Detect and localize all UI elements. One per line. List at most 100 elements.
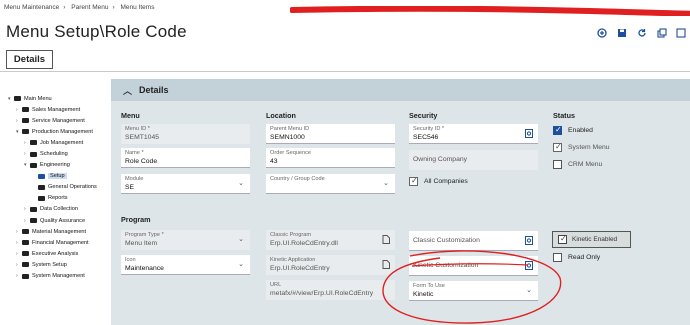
tree-item[interactable]: General Operations: [8, 182, 111, 193]
enabled-checkbox[interactable]: Enabled: [553, 125, 593, 135]
folder-icon: [14, 96, 21, 102]
folder-icon: [22, 107, 29, 113]
parent-menu-id-field[interactable]: Parent Menu ID SEMN1000: [266, 124, 395, 144]
tree-item[interactable]: › Executive Analysis: [8, 248, 111, 259]
section-security: Security: [409, 111, 438, 120]
checkbox[interactable]: [409, 176, 418, 186]
folder-icon: [22, 262, 29, 268]
tree-item[interactable]: › Service Management: [8, 115, 111, 126]
tab-details[interactable]: Details: [6, 50, 53, 69]
refresh-icon[interactable]: [637, 28, 647, 41]
crm-menu-checkbox[interactable]: CRM Menu: [553, 160, 602, 169]
checkbox[interactable]: [558, 234, 567, 244]
tree-item[interactable]: › Financial Management: [8, 237, 111, 248]
tree-item[interactable]: › Data Collection: [8, 204, 111, 215]
folder-icon: [38, 195, 45, 201]
lookup-icon[interactable]: [525, 129, 533, 138]
security-id-field[interactable]: Security ID * SEC546: [409, 124, 538, 144]
tree-item-label: Scheduling: [40, 151, 68, 158]
breadcrumb-separator: ›: [112, 4, 115, 11]
tree-item[interactable]: ▾ Main Menu: [8, 93, 111, 104]
tree-item[interactable]: › System Setup: [8, 259, 111, 270]
tree-item-label: Service Management: [32, 117, 85, 124]
redaction-scribble: [290, 6, 690, 16]
tree-item[interactable]: Setup: [8, 171, 111, 182]
breadcrumb: Menu Maintenance › Parent Menu › Menu Item…: [4, 4, 158, 11]
tree-item[interactable]: › Scheduling: [8, 148, 111, 159]
classic-program-field: Classic Program Erp.UI.RoleCdEntry.dll: [266, 230, 395, 250]
tree-item-label: Executive Analysis: [32, 250, 79, 257]
tree-item-label: Sales Management: [32, 106, 81, 113]
save-icon[interactable]: [617, 28, 627, 41]
folder-icon: [22, 129, 29, 135]
folder-icon: [22, 118, 29, 124]
folder-icon: [22, 273, 29, 279]
expand-icon[interactable]: [676, 28, 686, 41]
folder-icon: [30, 218, 37, 224]
tree-item[interactable]: › Job Management: [8, 137, 111, 148]
tree-item-label: Job Management: [40, 139, 84, 146]
folder-icon: [30, 162, 37, 168]
copy-icon[interactable]: [657, 28, 667, 41]
tree-item-label: Material Management: [32, 228, 87, 235]
tree-item-label: System Setup: [32, 261, 67, 268]
icon-dropdown[interactable]: Icon Maintenance ⌄: [121, 255, 250, 275]
annotation-circle: [382, 250, 562, 324]
breadcrumb-item[interactable]: Parent Menu: [71, 4, 108, 11]
details-panel-header[interactable]: ︿ Details: [111, 79, 690, 101]
checkbox[interactable]: [553, 125, 562, 135]
name-field[interactable]: Name * Role Code: [121, 148, 250, 168]
chevron-down-icon[interactable]: ⌄: [238, 260, 244, 268]
tree-item[interactable]: Reports: [8, 193, 111, 204]
folder-icon: [30, 151, 37, 157]
folder-icon: [22, 240, 29, 246]
tree-item[interactable]: › Material Management: [8, 226, 111, 237]
folder-icon: [38, 173, 45, 179]
breadcrumb-separator: ›: [63, 4, 66, 11]
tree-item-label: Setup: [48, 173, 67, 180]
tree-item-label: Reports: [48, 195, 68, 202]
chevron-down-icon: ⌄: [238, 236, 244, 243]
chevron-down-icon[interactable]: ⌄: [383, 179, 389, 187]
tree-item-label: System Management: [32, 273, 85, 280]
menu-tree: ▾ Main Menu › Sales Management › Service Mana…: [8, 93, 111, 282]
tree-item[interactable]: ▾ Production Management: [8, 126, 111, 137]
tree-item-label: Main Menu: [24, 95, 52, 102]
all-companies-checkbox[interactable]: All Companies: [409, 176, 468, 186]
folder-icon: [30, 140, 37, 146]
divider: [0, 71, 690, 72]
lookup-icon[interactable]: [525, 236, 533, 245]
checkbox[interactable]: [553, 142, 562, 152]
order-sequence-field[interactable]: Order Sequence 43: [266, 148, 395, 168]
folder-icon: [30, 206, 37, 212]
module-dropdown[interactable]: Module SE ⌄: [121, 174, 250, 194]
chevron-down-icon[interactable]: ⌄: [238, 179, 244, 187]
tree-item[interactable]: › Quality Assurance: [8, 215, 111, 226]
tree-item[interactable]: › Sales Management: [8, 104, 111, 115]
panel-title: Details: [139, 85, 169, 95]
add-new-icon[interactable]: [597, 28, 607, 41]
section-location: Location: [266, 111, 296, 120]
country-group-dropdown[interactable]: Country / Group Code ⌄: [266, 174, 395, 194]
tree-item[interactable]: ▾ Engineering: [8, 160, 111, 171]
breadcrumb-item[interactable]: Menu Items: [120, 4, 154, 11]
program-type-dropdown: Program Type * Menu Item ⌄: [121, 230, 250, 250]
system-menu-checkbox[interactable]: System Menu: [553, 142, 610, 152]
menu-id-field: Menu ID * SEMT1045: [121, 124, 250, 144]
folder-icon: [22, 251, 29, 257]
file-icon[interactable]: [382, 235, 390, 244]
page-title: Menu Setup\Role Code: [6, 22, 187, 41]
checkbox[interactable]: [553, 160, 562, 169]
tree-item-label: Financial Management: [32, 239, 89, 246]
folder-icon: [38, 184, 45, 190]
tree-item-label: Production Management: [32, 128, 93, 135]
url-field: URL metafx/#/view/Erp.UI.RoleCdEntry: [266, 280, 395, 300]
section-status: Status: [553, 111, 575, 120]
folder-icon: [22, 229, 29, 235]
breadcrumb-item[interactable]: Menu Maintenance: [4, 4, 59, 11]
owning-company-field: Owning Company: [409, 150, 538, 170]
chevron-up-icon[interactable]: ︿: [123, 84, 132, 97]
kinetic-enabled-checkbox[interactable]: Kinetic Enabled: [552, 231, 631, 248]
tree-item[interactable]: › System Management: [8, 271, 111, 282]
tree-item-label: Data Collection: [40, 206, 78, 213]
